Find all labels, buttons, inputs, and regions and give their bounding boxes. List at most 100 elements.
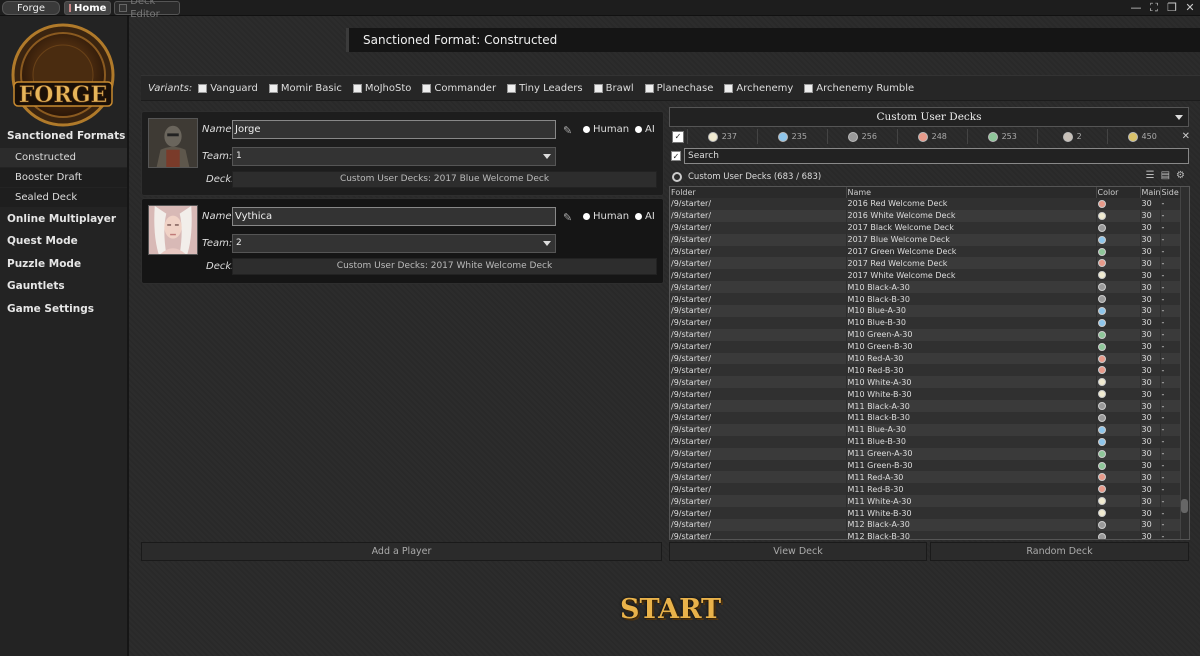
table-row[interactable]: /9/starter/2017 White Welcome Deck 30- [670,269,1182,282]
checkbox[interactable] [352,83,362,93]
nav-sanctioned-formats[interactable]: Sanctioned Formats [7,130,125,142]
edit-name-icon[interactable]: ✎ [563,211,575,224]
variant-planechase[interactable]: Planechase [644,83,713,94]
table-row[interactable]: /9/starter/M11 Red-A-30 30- [670,471,1182,484]
tab-deck-editor[interactable]: Deck Editor [114,0,180,20]
clear-filter-icon[interactable]: ✕ [1182,131,1190,142]
table-row[interactable]: /9/starter/M11 Red-B-30 30- [670,483,1182,496]
column-header-folder[interactable]: Folder [670,187,847,198]
filter-red[interactable]: 248 [896,129,967,144]
table-row[interactable]: /9/starter/M11 Green-B-30 30- [670,459,1182,472]
table-row[interactable]: /9/starter/M10 White-B-30 30- [670,388,1182,401]
table-row[interactable]: /9/starter/2017 Red Welcome Deck 30- [670,257,1182,270]
search-input[interactable]: Search [684,148,1189,164]
forge-menu-button[interactable]: Forge [2,1,60,15]
filter-blue[interactable]: 235 [756,129,827,144]
table-row[interactable]: /9/starter/2017 Blue Welcome Deck 30- [670,233,1182,246]
player-name-input[interactable]: Vythica [232,207,556,226]
deck-type-select[interactable]: Custom User Decks [669,107,1189,127]
column-header-main[interactable]: Main [1140,187,1161,198]
avatar[interactable] [148,118,198,168]
table-row[interactable]: /9/starter/M10 Red-A-30 30- [670,352,1182,365]
variant-momir-basic[interactable]: Momir Basic [268,83,342,94]
add-player-button[interactable]: Add a Player [141,542,662,561]
radio-human[interactable]: Human [583,124,629,135]
checkbox[interactable] [507,83,517,93]
variant-commander[interactable]: Commander [422,83,496,94]
table-row[interactable]: /9/starter/2016 White Welcome Deck 30- [670,209,1182,222]
table-row[interactable]: /9/starter/2016 Red Welcome Deck 30- [670,198,1182,210]
table-row[interactable]: /9/starter/M11 Blue-A-30 30- [670,423,1182,436]
nav-quest-mode[interactable]: Quest Mode [7,235,78,247]
nav-online-multiplayer[interactable]: Online Multiplayer [7,213,116,225]
nav-item-constructed[interactable]: Constructed [0,148,127,167]
table-row[interactable]: /9/starter/M12 Black-B-30 30- [670,530,1182,539]
minimize-icon[interactable]: — [1130,1,1142,15]
variant-tiny-leaders[interactable]: Tiny Leaders [507,83,583,94]
filter-colorless[interactable]: 2 [1036,129,1107,144]
checkbox[interactable] [724,83,734,93]
table-row[interactable]: /9/starter/2017 Black Welcome Deck 30- [670,221,1182,234]
search-checkbox[interactable]: ✓ [671,151,681,161]
table-row[interactable]: /9/starter/M12 Black-A-30 30- [670,519,1182,531]
close-icon[interactable]: ✕ [1184,1,1196,15]
variant-vanguard[interactable]: Vanguard [198,83,258,94]
nav-item-sealed-deck[interactable]: Sealed Deck [0,188,127,207]
column-header-name[interactable]: Name [846,187,1097,198]
restore-icon[interactable]: ❐ [1166,1,1178,15]
filter-white[interactable]: 237 [686,129,757,144]
checkbox[interactable] [198,83,208,93]
avatar[interactable] [148,205,198,255]
checkbox[interactable] [644,83,654,93]
start-button[interactable]: START [620,593,721,627]
table-row[interactable]: /9/starter/M11 Black-B-30 30- [670,412,1182,424]
variant-archenemy-rumble[interactable]: Archenemy Rumble [804,83,914,94]
player-name-input[interactable]: Jorge [232,120,556,139]
checkbox[interactable] [804,83,814,93]
filter-green[interactable]: 253 [966,129,1037,144]
list-view-icon[interactable]: ☰ [1146,170,1155,181]
fullscreen-icon[interactable]: ⛶ [1148,1,1160,15]
nav-puzzle-mode[interactable]: Puzzle Mode [7,258,81,270]
table-row[interactable]: /9/starter/M10 Black-B-30 30- [670,293,1182,306]
tab-home[interactable]: Home [64,1,111,15]
player-deck-button[interactable]: Custom User Decks: 2017 White Welcome De… [232,258,657,275]
grid-view-icon[interactable]: ▤ [1161,170,1170,181]
variant-archenemy[interactable]: Archenemy [724,83,793,94]
checkbox[interactable] [593,83,603,93]
view-deck-button[interactable]: View Deck [669,542,927,561]
table-row[interactable]: /9/starter/M11 White-A-30 30- [670,495,1182,508]
table-row[interactable]: /9/starter/M11 Blue-B-30 30- [670,435,1182,448]
table-row[interactable]: /9/starter/M11 White-B-30 30- [670,507,1182,520]
radio-ai[interactable]: AI [635,211,655,222]
variant-mojhosto[interactable]: MoJhoSto [352,83,411,94]
table-row[interactable]: /9/starter/M11 Black-A-30 30- [670,400,1182,413]
vertical-scrollbar[interactable] [1180,187,1189,539]
select-all-checkbox[interactable]: ✓ [672,130,684,143]
table-row[interactable]: /9/starter/M10 Blue-B-30 30- [670,316,1182,329]
column-header-side[interactable]: Side [1160,187,1182,198]
column-header-color[interactable]: Color [1096,187,1141,198]
filter-multicolor[interactable]: 450 [1106,129,1177,144]
radio-ai[interactable]: AI [635,124,655,135]
table-row[interactable]: /9/starter/M11 Green-A-30 30- [670,447,1182,460]
nav-game-settings[interactable]: Game Settings [7,303,94,315]
filter-black[interactable]: 256 [826,129,897,144]
team-select[interactable]: 1 [232,147,556,166]
table-row[interactable]: /9/starter/2017 Green Welcome Deck 30- [670,245,1182,258]
player-deck-button[interactable]: Custom User Decks: 2017 Blue Welcome Dec… [232,171,657,188]
table-row[interactable]: /9/starter/M10 White-A-30 30- [670,376,1182,389]
table-row[interactable]: /9/starter/M10 Green-B-30 30- [670,340,1182,353]
checkbox[interactable] [422,83,432,93]
settings-icon[interactable]: ⚙ [1176,170,1185,181]
variant-brawl[interactable]: Brawl [593,83,634,94]
table-row[interactable]: /9/starter/M10 Green-A-30 30- [670,328,1182,341]
table-row[interactable]: /9/starter/M10 Red-B-30 30- [670,364,1182,377]
nav-gauntlets[interactable]: Gauntlets [7,280,65,292]
checkbox[interactable] [268,83,278,93]
nav-item-booster-draft[interactable]: Booster Draft [0,168,127,187]
team-select[interactable]: 2 [232,234,556,253]
table-row[interactable]: /9/starter/M10 Blue-A-30 30- [670,305,1182,317]
edit-name-icon[interactable]: ✎ [563,124,575,137]
radio-human[interactable]: Human [583,211,629,222]
